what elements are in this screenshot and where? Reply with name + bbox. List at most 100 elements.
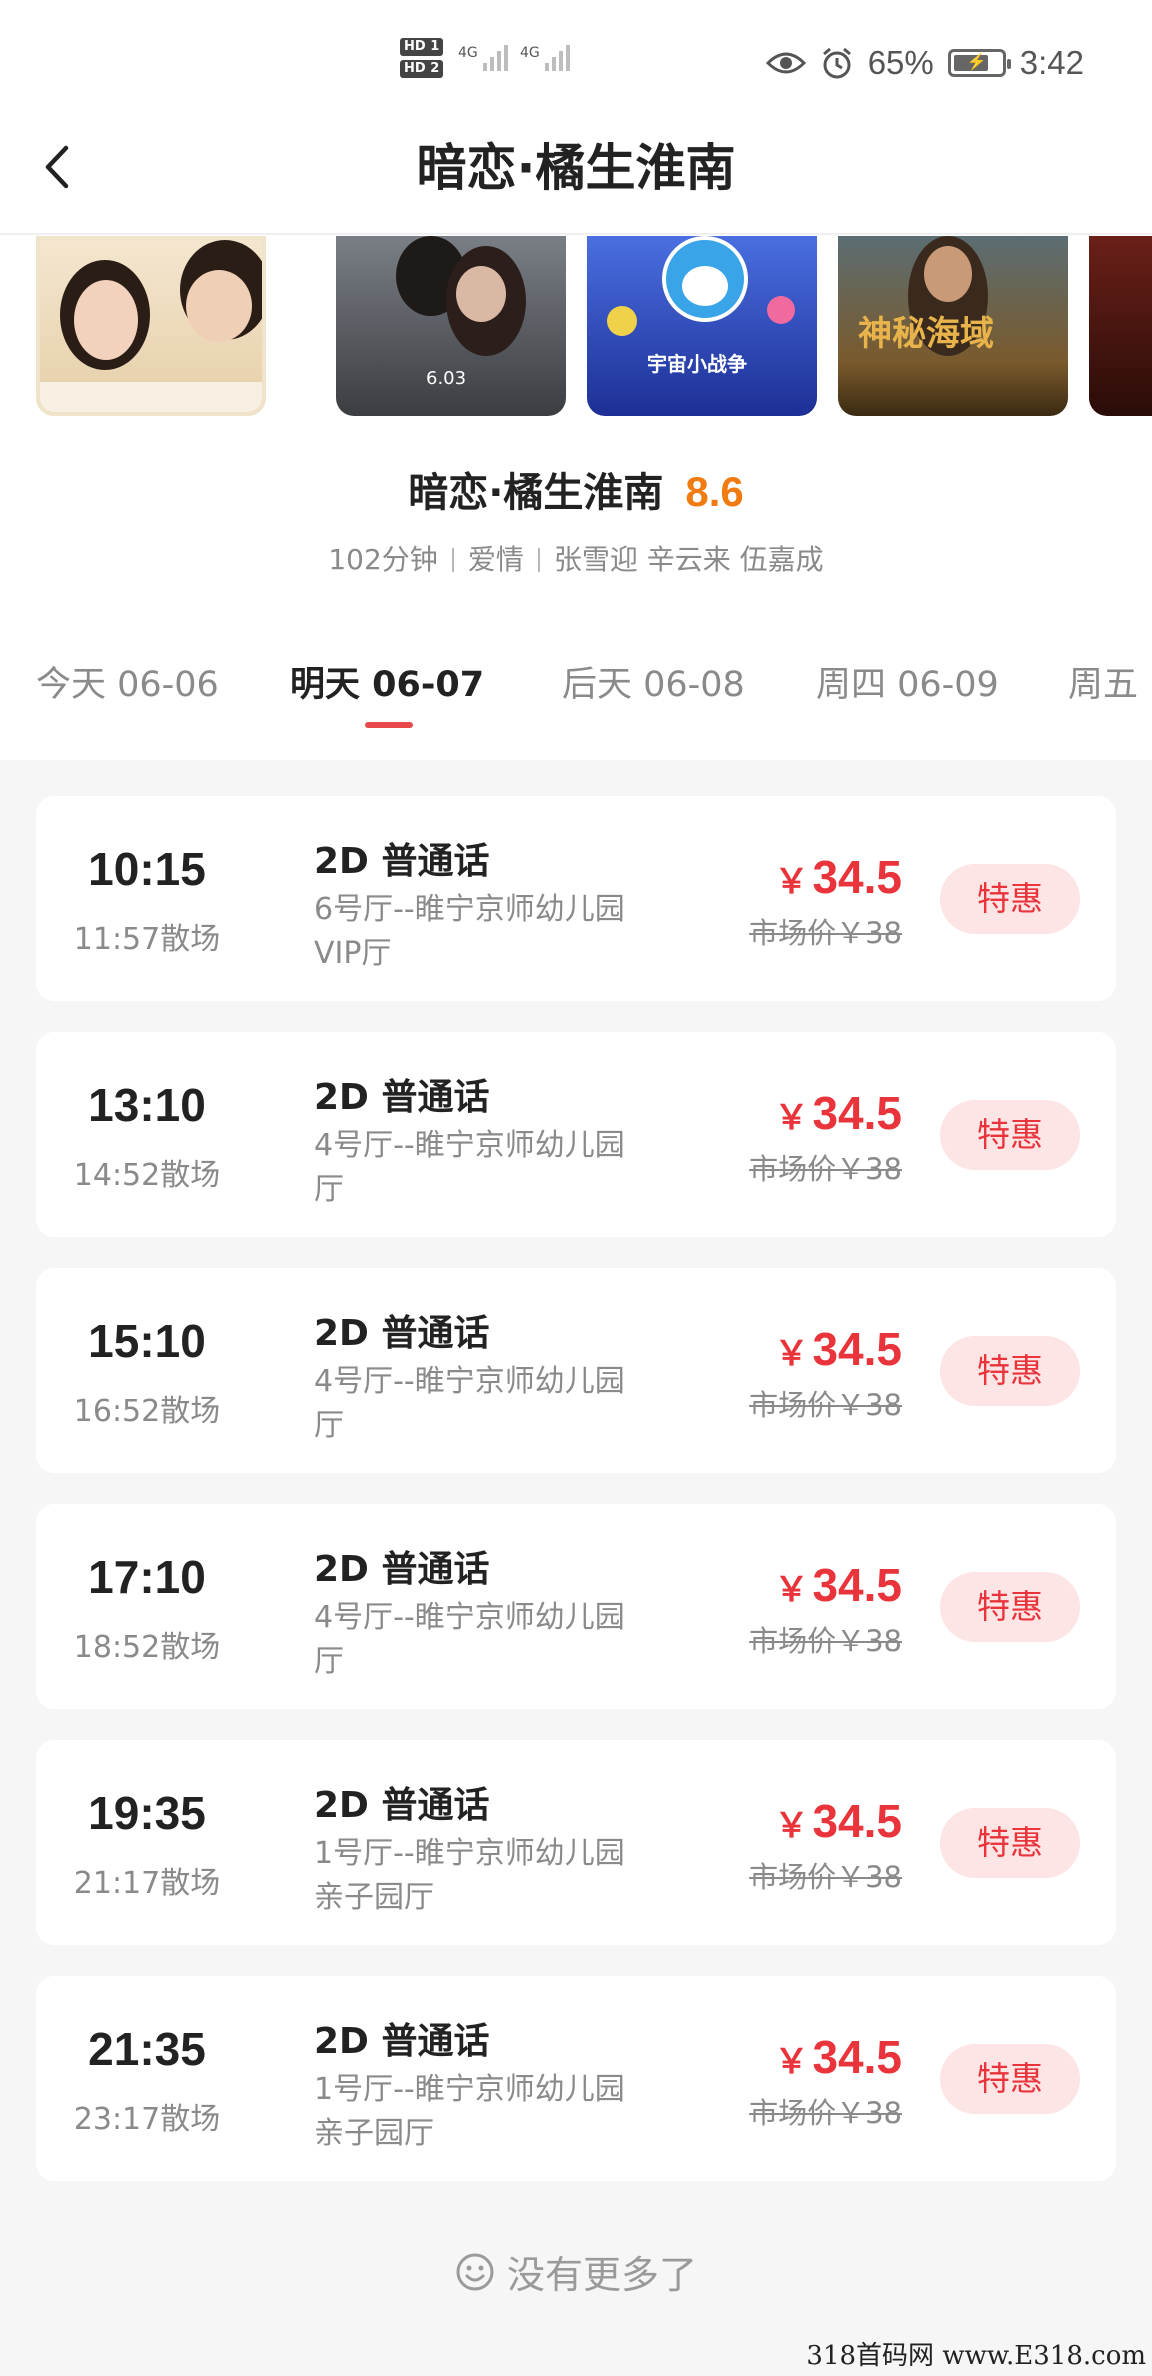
price-value: 34.5 — [812, 1323, 902, 1375]
end-time: 14:52散场 — [73, 1158, 221, 1193]
poster-item[interactable] — [1089, 236, 1152, 416]
no-more-indicator: 没有更多了 — [0, 2244, 1152, 2299]
tab-day-after[interactable]: 后天 06-08 — [562, 656, 745, 707]
price-value: 34.5 — [812, 1795, 902, 1847]
poster-item[interactable]: 神秘海域 — [838, 236, 1068, 416]
market-price: 市场价￥38 — [749, 1860, 902, 1894]
signal-icon: 4G — [458, 45, 508, 71]
hall-name: 4号厅--睢宁京师幼儿园厅 — [314, 1128, 625, 1207]
discount-button[interactable]: 特惠 — [940, 1808, 1080, 1878]
discount-button[interactable]: 特惠 — [940, 1572, 1080, 1642]
start-time: 17:10 — [88, 1551, 206, 1603]
tab-friday[interactable]: 周五 — [1068, 656, 1138, 707]
price-value: 34.5 — [812, 851, 902, 903]
tab-today[interactable]: 今天 06-06 — [36, 656, 219, 707]
price-value: 34.5 — [812, 2031, 902, 2083]
market-price: 市场价￥38 — [749, 1624, 902, 1658]
price: ￥34.5 — [774, 850, 902, 904]
movie-meta: 102分钟 爱情 张雪迎 辛云来 伍嘉成 — [0, 538, 1152, 578]
start-time: 10:15 — [88, 843, 206, 895]
market-price: 市场价￥38 — [749, 916, 902, 950]
hall-name: 1号厅--睢宁京师幼儿园亲子园厅 — [314, 1836, 625, 1915]
poster-carousel[interactable]: 6.03 宇宙小战争 神秘海域 — [0, 236, 1152, 416]
end-time: 16:52散场 — [73, 1394, 221, 1429]
start-time: 13:10 — [88, 1079, 206, 1131]
battery-icon: ⚡ — [947, 49, 1011, 77]
hd2-badge: HD 2 — [400, 60, 444, 78]
movie-cast: 张雪迎 辛云来 伍嘉成 — [553, 543, 824, 576]
price-value: 34.5 — [812, 1087, 902, 1139]
movie-genre: 爱情 — [467, 543, 524, 576]
show-format: 2D 普通话 — [314, 1549, 490, 1590]
discount-button[interactable]: 特惠 — [940, 2044, 1080, 2114]
poster-text: 宇宙小战争 — [647, 352, 747, 376]
show-format: 2D 普通话 — [314, 841, 490, 882]
price: ￥34.5 — [774, 1558, 902, 1612]
eye-icon — [765, 52, 806, 74]
start-time: 21:35 — [88, 2023, 206, 2075]
price: ￥34.5 — [774, 1322, 902, 1376]
end-time: 23:17散场 — [73, 2102, 221, 2137]
end-time: 21:17散场 — [73, 1866, 221, 1901]
currency-symbol: ￥ — [774, 1807, 809, 1845]
currency-symbol: ￥ — [774, 1335, 809, 1373]
hall-name: 1号厅--睢宁京师幼儿园亲子园厅 — [314, 2072, 625, 2151]
market-price: 市场价￥38 — [749, 2096, 902, 2130]
poster-item[interactable] — [36, 236, 266, 416]
status-right: 65% ⚡ 3:42 — [765, 44, 1084, 82]
show-format: 2D 普通话 — [314, 2021, 490, 2062]
poster-text: 神秘海域 — [858, 314, 994, 354]
currency-symbol: ￥ — [774, 863, 809, 901]
show-format: 2D 普通话 — [314, 1785, 490, 1826]
active-tab-indicator — [365, 722, 413, 728]
hall-name: 6号厅--睢宁京师幼儿园VIP厅 — [314, 892, 625, 971]
hall-name: 4号厅--睢宁京师幼儿园厅 — [314, 1364, 625, 1443]
sim-indicators: HD 1 HD 2 — [400, 38, 444, 78]
price-value: 34.5 — [812, 1559, 902, 1611]
tab-thursday[interactable]: 周四 06-09 — [816, 656, 999, 707]
page-title: 暗恋·橘生淮南 — [416, 139, 736, 197]
showtime-card[interactable]: 21:35 23:17散场 2D 普通话 1号厅--睢宁京师幼儿园亲子园厅 ￥3… — [36, 1976, 1116, 2181]
currency-symbol: ￥ — [774, 1571, 809, 1609]
price: ￥34.5 — [774, 1794, 902, 1848]
movie-title: 暗恋·橘生淮南 — [408, 470, 664, 516]
show-format: 2D 普通话 — [314, 1077, 490, 1118]
no-more-text: 没有更多了 — [506, 2253, 697, 2297]
hall-name: 4号厅--睢宁京师幼儿园厅 — [314, 1600, 625, 1679]
battery-percent: 65% — [867, 44, 934, 81]
poster-item[interactable]: 6.03 — [336, 236, 566, 416]
show-format: 2D 普通话 — [314, 1313, 490, 1354]
movie-title-row: 暗恋·橘生淮南 8.6 — [0, 460, 1152, 518]
hd1-badge: HD 1 — [400, 38, 444, 56]
showtime-card[interactable]: 15:10 16:52散场 2D 普通话 4号厅--睢宁京师幼儿园厅 ￥34.5… — [36, 1268, 1116, 1473]
poster-item[interactable]: 宇宙小战争 — [587, 236, 817, 416]
end-time: 11:57散场 — [73, 922, 221, 957]
alarm-icon — [822, 47, 851, 79]
discount-button[interactable]: 特惠 — [940, 1336, 1080, 1406]
date-tabs: 今天 06-06 明天 06-07 后天 06-08 周四 06-09 周五 — [0, 656, 1152, 736]
market-price: 市场价￥38 — [749, 1152, 902, 1186]
showtime-card[interactable]: 19:35 21:17散场 2D 普通话 1号厅--睢宁京师幼儿园亲子园厅 ￥3… — [36, 1740, 1116, 1945]
poster-text: 6.03 — [426, 368, 467, 389]
market-price: 市场价￥38 — [749, 1388, 902, 1422]
currency-symbol: ￥ — [774, 2043, 809, 2081]
discount-button[interactable]: 特惠 — [940, 864, 1080, 934]
price: ￥34.5 — [774, 2030, 902, 2084]
status-bar: HD 1 HD 2 4G 4G 65% ⚡ 3:42 — [0, 0, 1152, 135]
movie-score: 8.6 — [685, 468, 744, 515]
movie-duration: 102分钟 — [328, 543, 438, 576]
watermark: 318首码网 www.E318.com — [806, 2341, 1146, 2371]
tab-tomorrow[interactable]: 明天 06-07 — [290, 656, 484, 707]
end-time: 18:52散场 — [73, 1630, 221, 1665]
start-time: 15:10 — [88, 1315, 206, 1367]
showtime-card[interactable]: 10:15 11:57散场 2D 普通话 6号厅--睢宁京师幼儿园VIP厅 ￥3… — [36, 796, 1116, 1001]
showtime-card[interactable]: 17:10 18:52散场 2D 普通话 4号厅--睢宁京师幼儿园厅 ￥34.5… — [36, 1504, 1116, 1709]
network-type: 4G — [458, 45, 478, 61]
showtime-card[interactable]: 13:10 14:52散场 2D 普通话 4号厅--睢宁京师幼儿园厅 ￥34.5… — [36, 1032, 1116, 1237]
discount-button[interactable]: 特惠 — [940, 1100, 1080, 1170]
price: ￥34.5 — [774, 1086, 902, 1140]
currency-symbol: ￥ — [774, 1099, 809, 1137]
network-type: 4G — [520, 45, 540, 61]
smiley-icon — [456, 2253, 494, 2290]
start-time: 19:35 — [88, 1787, 206, 1839]
